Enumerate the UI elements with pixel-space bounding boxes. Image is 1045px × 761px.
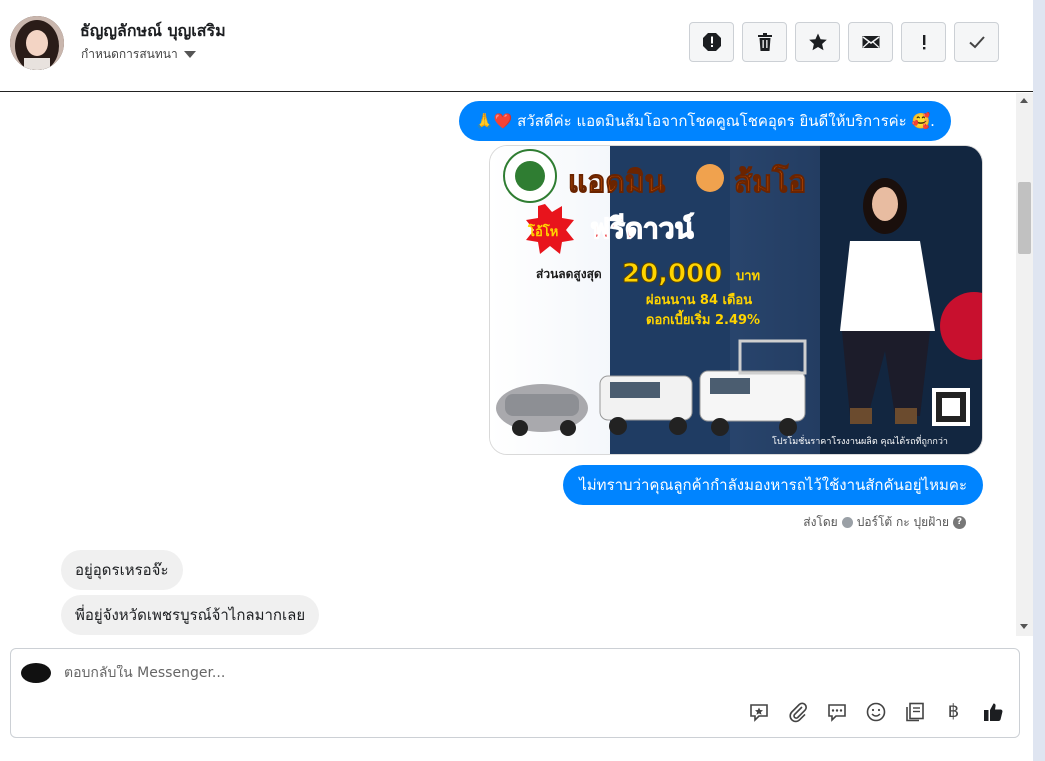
spam-button[interactable]	[689, 22, 734, 62]
star-icon	[808, 33, 827, 51]
assign-label: กำหนดการสนทนา	[81, 47, 178, 61]
star-button[interactable]	[795, 22, 840, 62]
scroll-up-arrow-icon[interactable]	[1020, 98, 1028, 103]
delete-button[interactable]	[742, 22, 787, 62]
avatar[interactable]	[10, 16, 64, 70]
chevron-down-icon	[183, 51, 196, 58]
promo-installment: ผ่อนนาน 84 เดือน	[646, 292, 752, 308]
promo-discount-amount: 20,000	[622, 259, 722, 289]
mail-icon	[862, 36, 879, 48]
reply-composer: ฿	[10, 648, 1020, 738]
incoming-message-2[interactable]: พี่อยู่จังหวัดเพชรบูรณ์จ้าไกลมากเลย	[61, 595, 320, 635]
promo-discount-unit: บาท	[736, 269, 760, 284]
conversation-header: ธัญญลักษณ์ บุญเสริม กำหนดการสนทนา	[0, 0, 1033, 92]
promo-graphic: แอดมิน ส้มโอ โอ้โห ฟรีดาวน์ ส่วนลดสูงสุด…	[490, 146, 982, 454]
scrollbar-thumb[interactable]	[1018, 182, 1031, 254]
scroll-down-arrow-icon[interactable]	[1020, 624, 1028, 629]
conversation-toolbar	[689, 22, 999, 62]
reply-input[interactable]	[64, 665, 664, 681]
promo-image[interactable]: แอดมิน ส้มโอ โอ้โห ฟรีดาวน์ ส่วนลดสูงสุด…	[489, 145, 983, 455]
composer-toolbar: ฿	[746, 699, 1005, 724]
attach-icon	[788, 702, 807, 722]
window-edge	[1033, 0, 1045, 761]
help-icon[interactable]: ?	[953, 516, 966, 529]
spam-icon	[702, 33, 721, 51]
promo-headline-1: แอดมิน	[568, 165, 666, 200]
emoji-icon	[866, 702, 885, 721]
assign-conversation-dropdown[interactable]: กำหนดการสนทนา	[81, 45, 196, 64]
saved-reply-icon	[749, 703, 768, 722]
sent-by-name[interactable]: ปอร์โต้ กะ ปุยฝ้าย	[857, 513, 949, 532]
sent-by-prefix: ส่งโดย	[803, 515, 838, 529]
attach-button[interactable]	[785, 699, 810, 724]
chat-icon	[827, 703, 846, 722]
chat-scrollbar[interactable]	[1016, 93, 1033, 636]
check-icon	[968, 36, 985, 49]
contact-name[interactable]: ธัญญลักษณ์ บุญเสริม	[80, 19, 226, 44]
baht-icon: ฿	[947, 701, 960, 722]
promo-discount-prefix: ส่วนลดสูงสุด	[536, 267, 602, 282]
verified-icon	[841, 517, 853, 528]
mark-unread-button[interactable]	[848, 22, 893, 62]
promo-free-down: ฟรีดาวน์	[590, 212, 694, 245]
trash-icon	[757, 33, 772, 51]
like-button[interactable]	[980, 699, 1005, 724]
message-thread: 🙏❤️ สวัสดีค่ะ แอดมินส้มโอจากโชคคูณโชคอุด…	[0, 93, 1016, 636]
done-button[interactable]	[954, 22, 999, 62]
sent-by-info: ส่งโดย ปอร์โต้ กะ ปุยฝ้าย ?	[803, 513, 966, 532]
conversation-panel: ธัญญลักษณ์ บุญเสริม กำหนดการสนทนา 🙏❤️ สว…	[0, 0, 1033, 761]
notes-button[interactable]	[902, 699, 927, 724]
exclamation-icon	[922, 35, 925, 50]
payment-button[interactable]: ฿	[941, 699, 966, 724]
outgoing-message-question[interactable]: ไม่ทราบว่าคุณลูกค้ากำลังมองหารถไว้ใช้งาน…	[563, 465, 983, 505]
chat-button[interactable]	[824, 699, 849, 724]
notes-icon	[905, 702, 924, 721]
incoming-message-1[interactable]: อยู่อุดรเหรอจ๊ะ	[61, 550, 183, 590]
follow-up-button[interactable]	[901, 22, 946, 62]
promo-burst: โอ้โห	[527, 223, 558, 240]
like-icon	[983, 703, 1002, 721]
emoji-button[interactable]	[863, 699, 888, 724]
outgoing-message-greeting[interactable]: 🙏❤️ สวัสดีค่ะ แอดมินส้มโอจากโชคคูณโชคอุด…	[459, 101, 951, 141]
saved-reply-button[interactable]	[746, 699, 771, 724]
page-logo-icon	[21, 663, 51, 683]
promo-headline-2: ส้มโอ	[734, 163, 806, 200]
